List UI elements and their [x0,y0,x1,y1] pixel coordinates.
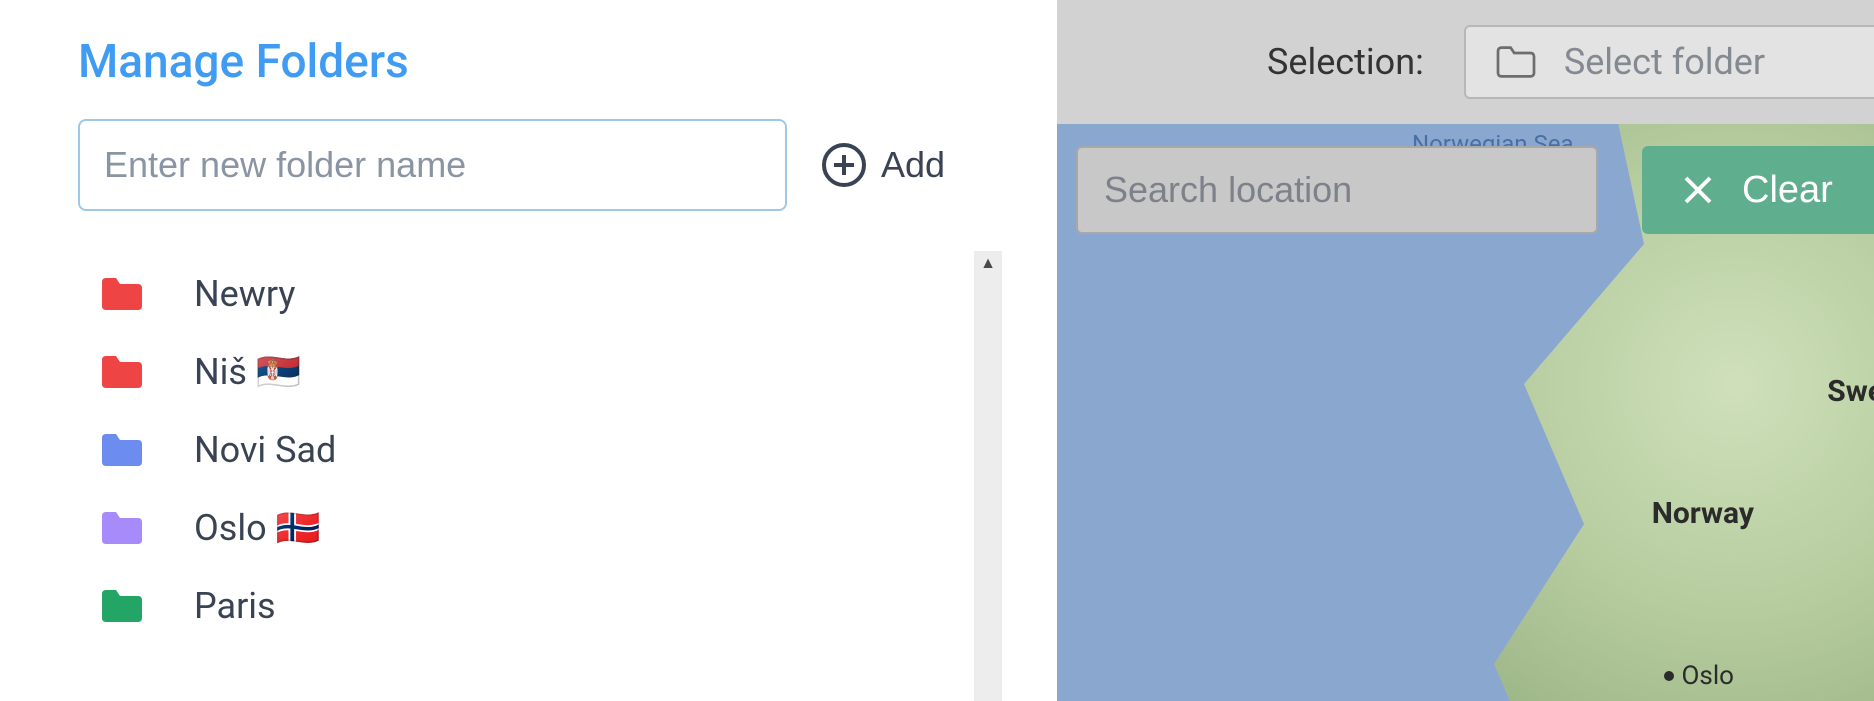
folder-list: Newry Niš 🇷🇸 Novi Sad Oslo 🇳🇴 Paris [78,251,964,701]
folder-label: Oslo 🇳🇴 [194,507,320,549]
map-search-row: Clear [1076,146,1874,234]
folder-label: Novi Sad [194,429,336,471]
clear-button-label: Clear [1742,169,1833,212]
new-folder-input[interactable] [78,119,787,211]
folder-icon [98,586,146,626]
selection-label: Selection: [1267,41,1424,83]
country-label-sweden: Swe [1827,374,1874,409]
folder-label: Niš 🇷🇸 [194,351,301,393]
folder-label: Newry [194,273,295,315]
folder-icon [98,274,146,314]
select-folder-placeholder: Select folder [1564,41,1765,83]
add-folder-button[interactable]: Add [821,142,945,188]
map-area: Selection: Select folder Norwegian Sea N… [1057,0,1874,701]
clear-button[interactable]: Clear [1642,146,1874,234]
folder-item[interactable]: Newry [78,255,964,333]
panel-title: Manage Folders [78,35,1002,89]
folder-outline-icon [1494,44,1538,80]
folder-icon [98,352,146,392]
city-label-oslo: Oslo [1664,661,1734,691]
selection-topbar: Selection: Select folder [1057,0,1874,124]
folder-item[interactable]: Oslo 🇳🇴 [78,489,964,567]
search-location-input[interactable] [1076,146,1598,234]
folder-item[interactable]: Paris [78,567,964,645]
scrollbar[interactable]: ▲ [974,251,1002,701]
select-folder-dropdown[interactable]: Select folder [1464,25,1874,99]
folder-label: Paris [194,585,276,627]
plus-circle-icon [821,142,867,188]
folder-item[interactable]: Niš 🇷🇸 [78,333,964,411]
folder-icon [98,508,146,548]
add-folder-row: Add [78,119,1002,211]
folder-icon [98,430,146,470]
country-label-norway: Norway [1652,496,1754,531]
scroll-up-arrow-icon[interactable]: ▲ [974,251,1002,275]
add-button-label: Add [881,144,945,186]
folder-item[interactable]: Novi Sad [78,411,964,489]
manage-folders-panel: Manage Folders Add Newry Niš 🇷🇸 Novi Sad Os… [0,0,1057,701]
close-icon [1682,174,1714,206]
